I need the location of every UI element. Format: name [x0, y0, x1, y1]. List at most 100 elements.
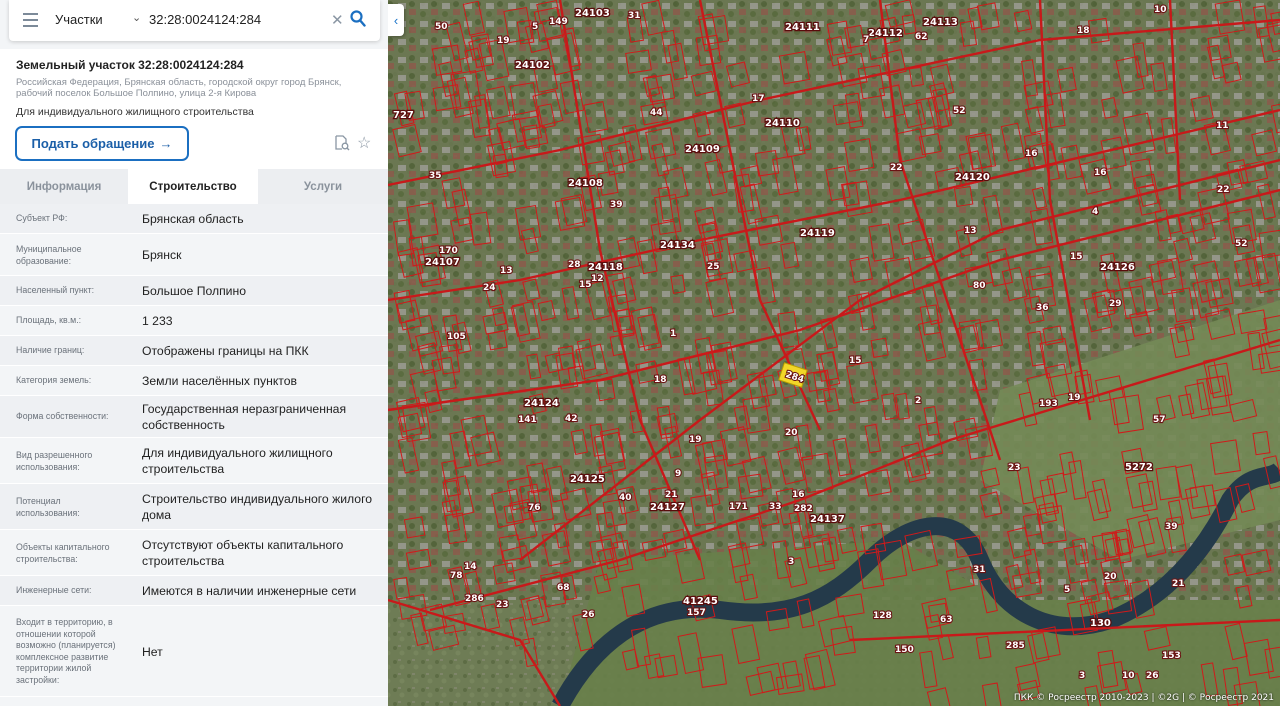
parcel-number-label: 19: [497, 36, 510, 46]
parcel-number-label: 149: [549, 17, 568, 27]
property-row: Потенциал использования: Строительство ин…: [0, 484, 388, 530]
parcel-number-label: 78: [450, 571, 463, 581]
parcel-number-label: 12: [591, 274, 604, 284]
tab-construction[interactable]: Строительство: [128, 169, 258, 204]
parcel-number-label: 16: [792, 490, 805, 500]
menu-icon[interactable]: [23, 13, 38, 27]
parcel-number-label: 62: [915, 32, 928, 42]
parcel-number-label: 286: [465, 594, 484, 604]
parcel-number-label: 50: [435, 22, 448, 32]
parcel-number-label: 40: [619, 493, 632, 503]
property-row: Наличие границ: Отображены границы на ПКК: [0, 336, 388, 366]
block-number-label: 24120: [955, 172, 990, 183]
info-panel: Участки ⌄ ✕ Земельный участок 32:28:0024…: [0, 0, 388, 706]
parcel-number-label: 80: [973, 281, 986, 291]
parcel-number-label: 282: [794, 504, 813, 514]
map-attribution: ПКК © Росреестр 2010-2023 | ©2G | © Роср…: [1013, 693, 1274, 703]
block-number-label: 24113: [923, 17, 958, 28]
parcel-number-label: 36: [1036, 303, 1049, 313]
block-number-label: 130: [1090, 618, 1111, 629]
appeal-button-label: Подать обращение: [31, 136, 155, 151]
block-number-label: 24134: [660, 240, 695, 251]
parcel-number-label: 21: [1172, 579, 1185, 589]
property-key: Категория земель:: [16, 375, 92, 385]
property-row: Населенный пункт: Большое Полпино: [0, 276, 388, 306]
layer-select[interactable]: Участки: [55, 12, 103, 27]
property-row: Объекты капитального строительства: Отсут…: [0, 530, 388, 576]
parcel-number-label: 17: [752, 94, 765, 104]
property-key: Инженерные сети:: [16, 585, 92, 595]
property-table: Субъект РФ: Брянская область Муниципальное…: [0, 204, 388, 697]
property-value: Отсутствуют объекты капитального строите…: [142, 538, 344, 568]
parcel-number-label: 15: [579, 280, 592, 290]
chevron-down-icon[interactable]: ⌄: [132, 11, 141, 24]
parcel-number-label: 5: [1064, 585, 1070, 595]
property-row: Вид разрешенного использования: Для индив…: [0, 438, 388, 484]
block-number-label: 24119: [800, 228, 835, 239]
property-value: Земли населённых пунктов: [142, 374, 297, 388]
parcel-number-label: 26: [1146, 671, 1159, 681]
parcel-number-label: 7: [863, 35, 869, 45]
search-input[interactable]: [149, 12, 329, 27]
property-row: Форма собственности: Государственная нера…: [0, 396, 388, 438]
property-row: Категория земель: Земли населённых пункто…: [0, 366, 388, 396]
parcel-number-label: 23: [496, 600, 509, 610]
property-value: Имеются в наличии инженерные сети: [142, 584, 357, 598]
parcel-number-label: 28: [568, 260, 581, 270]
search-icon[interactable]: [350, 10, 366, 28]
parcel-number-label: 35: [429, 171, 442, 181]
tab-services[interactable]: Услуги: [258, 169, 388, 204]
parcel-number-label: 150: [895, 645, 914, 655]
star-icon[interactable]: ☆: [357, 133, 371, 153]
parcel-number-label: 76: [528, 503, 541, 513]
property-key: Наличие границ:: [16, 345, 85, 355]
property-key: Потенциал использования:: [16, 496, 80, 518]
block-number-label: 5272: [1125, 462, 1153, 473]
block-number-label: 24118: [588, 262, 623, 273]
parcel-number-label: 20: [1104, 572, 1117, 582]
property-row: Муниципальное образование: Брянск: [0, 234, 388, 276]
block-number-label: 24107: [425, 257, 460, 268]
parcel-title: Земельный участок 32:28:0024124:284: [16, 58, 244, 72]
parcel-number-label: 15: [849, 356, 862, 366]
parcel-number-label: 68: [557, 583, 570, 593]
property-row: Входит в территорию, в отношении которой…: [0, 606, 388, 697]
block-number-label: 24126: [1100, 262, 1135, 273]
tab-bar: Информация Строительство Услуги: [0, 169, 388, 204]
submit-appeal-button[interactable]: Подать обращение →: [15, 126, 189, 161]
parcel-number-label: 153: [1162, 651, 1181, 661]
collapse-panel-button[interactable]: ‹: [388, 4, 404, 36]
property-value: Нет: [142, 645, 163, 659]
parcel-number-label: 3: [1079, 671, 1085, 681]
parcel-number-label: 22: [1217, 185, 1230, 195]
block-number-label: 24127: [650, 502, 685, 513]
property-key: Форма собственности:: [16, 411, 109, 421]
parcel-number-label: 26: [582, 610, 595, 620]
property-key: Объекты капитального строительства:: [16, 542, 110, 564]
property-value: Государственная неразграниченная собстве…: [142, 402, 347, 432]
block-number-label: 24137: [810, 514, 845, 525]
parcel-number-label: 13: [964, 226, 977, 236]
parcel-number-label: 105: [447, 332, 466, 342]
parcel-number-label: 33: [769, 502, 782, 512]
parcel-number-label: 29: [1109, 299, 1122, 309]
block-number-label: 24110: [765, 118, 800, 129]
parcel-number-label: 19: [1068, 393, 1081, 403]
property-value: Отображены границы на ПКК: [142, 344, 309, 358]
parcel-number-label: 18: [1077, 26, 1090, 36]
parcel-number-label: 157: [687, 608, 706, 618]
property-value: Большое Полпино: [142, 284, 246, 298]
tab-information[interactable]: Информация: [0, 169, 128, 204]
property-value: Для индивидуального жилищного строительс…: [142, 446, 333, 476]
document-search-icon[interactable]: [334, 135, 350, 151]
close-icon[interactable]: ✕: [331, 11, 344, 29]
block-number-label: 24111: [785, 22, 820, 33]
property-key: Субъект РФ:: [16, 213, 68, 223]
block-number-label: 24102: [515, 60, 550, 71]
parcel-number-label: 39: [610, 200, 623, 210]
property-row: Площадь, кв.м.: 1 233: [0, 306, 388, 336]
parcel-number-label: 2: [915, 396, 921, 406]
parcel-number-label: 141: [518, 415, 537, 425]
block-number-label: 24125: [570, 474, 605, 485]
parcel-number-label: 44: [650, 108, 663, 118]
